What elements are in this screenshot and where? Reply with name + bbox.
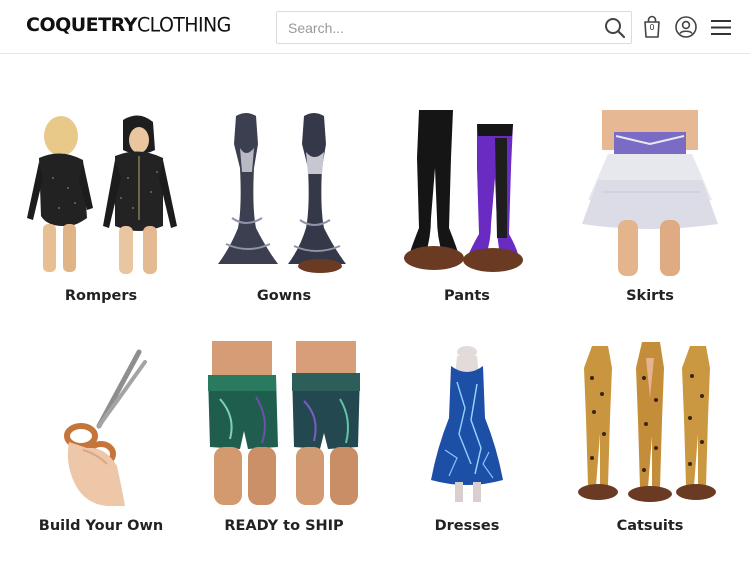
category-tile-catsuits[interactable]: Catsuits bbox=[562, 338, 738, 550]
ready-to-ship-image bbox=[208, 341, 360, 505]
category-tile-dresses[interactable]: Dresses bbox=[379, 338, 555, 550]
category-label: Skirts bbox=[626, 288, 674, 304]
category-tile-build-your-own[interactable]: Build Your Own bbox=[13, 338, 189, 550]
category-tile-rompers[interactable]: Rompers bbox=[13, 108, 189, 320]
logo-light-text: CLOTHING bbox=[136, 13, 231, 37]
category-tile-skirts[interactable]: Skirts bbox=[562, 108, 738, 320]
category-label: Pants bbox=[444, 288, 490, 304]
category-label: Rompers bbox=[64, 288, 138, 304]
skirts-image bbox=[582, 110, 718, 276]
account-button[interactable] bbox=[674, 15, 698, 39]
category-label: READY to SHIP bbox=[224, 518, 344, 534]
site-header: COQUETRY CLOTHING 0 bbox=[0, 0, 750, 54]
category-label: Catsuits bbox=[616, 518, 684, 534]
search-button[interactable] bbox=[603, 16, 627, 40]
magnifier-icon bbox=[605, 18, 626, 39]
category-label: Build Your Own bbox=[38, 518, 164, 534]
category-label: Gowns bbox=[256, 288, 312, 304]
hamburger-menu-icon bbox=[711, 20, 731, 35]
catsuits-image bbox=[578, 342, 716, 502]
cart-count: 0 bbox=[649, 23, 655, 32]
gowns-image bbox=[218, 113, 346, 273]
dresses-image bbox=[431, 346, 503, 502]
pants-image bbox=[404, 110, 523, 272]
category-label: Dresses bbox=[434, 518, 500, 534]
menu-button[interactable] bbox=[709, 15, 733, 39]
logo-bold-text: COQUETRY bbox=[26, 14, 137, 36]
scissors-in-hand-image bbox=[64, 349, 147, 506]
rompers-image bbox=[27, 115, 177, 274]
category-tile-ready-to-ship[interactable]: READY to SHIP bbox=[196, 338, 372, 550]
search-input[interactable] bbox=[277, 12, 597, 43]
user-circle-icon bbox=[675, 16, 697, 38]
category-tile-pants[interactable]: Pants bbox=[379, 108, 555, 320]
cart-button[interactable]: 0 bbox=[642, 15, 666, 39]
site-logo[interactable]: COQUETRY CLOTHING bbox=[26, 13, 231, 40]
search-box bbox=[276, 11, 632, 44]
category-tile-gowns[interactable]: Gowns bbox=[196, 108, 372, 320]
